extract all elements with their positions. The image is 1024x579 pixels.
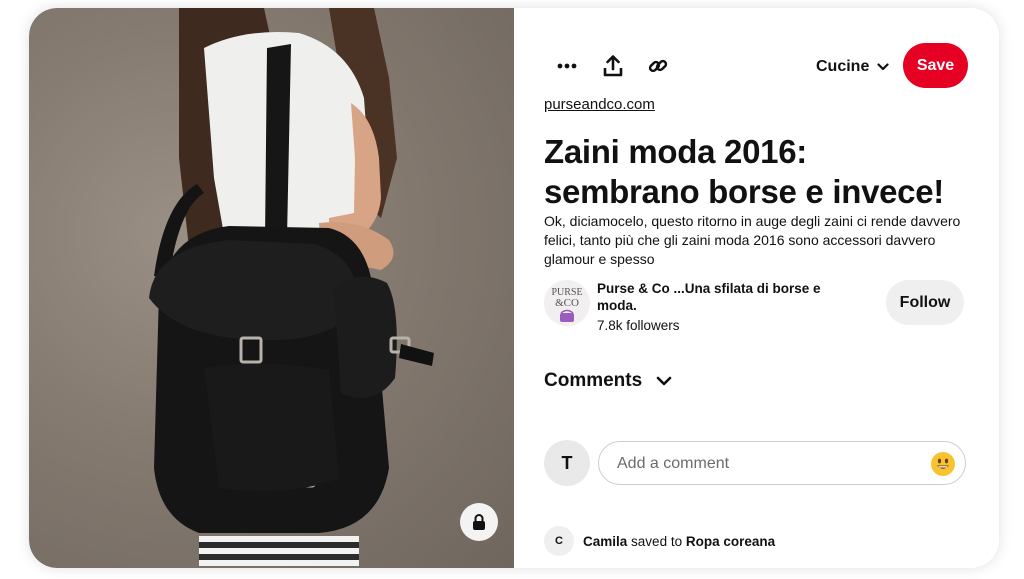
board-selector[interactable]: Cucine xyxy=(816,55,889,79)
chevron-down-icon xyxy=(656,376,672,386)
pin-description: Ok, diciamocelo, questo ritorno in auge … xyxy=(544,213,961,267)
creator-name[interactable]: Purse & Co ...Una sfilata di borse e mod… xyxy=(597,280,847,314)
emoji-icon[interactable] xyxy=(931,452,955,476)
lock-button[interactable] xyxy=(460,503,498,541)
comment-input[interactable] xyxy=(615,452,919,476)
pin-image[interactable] xyxy=(29,8,514,568)
purse-co-logo: PURSE &CO xyxy=(551,287,583,322)
svg-text:&CO: &CO xyxy=(555,297,579,309)
pin-toolbar: Cucine Save xyxy=(544,43,984,89)
pin-title-line1: Zaini moda 2016: xyxy=(544,133,807,170)
activity-row: C Camila saved to Ropa coreana xyxy=(544,526,775,556)
follower-count: 7.8k followers xyxy=(597,318,680,333)
pin-title: Zaini moda 2016: sembrano borse e invece… xyxy=(544,132,984,212)
comment-box xyxy=(598,441,966,485)
creator-row: PURSE &CO Purse & Co ...Una sfilata di b… xyxy=(544,278,984,334)
link-icon[interactable] xyxy=(642,50,674,82)
current-user-avatar[interactable]: T xyxy=(544,440,590,486)
source-link[interactable]: purseandco.com xyxy=(544,96,655,113)
chevron-down-icon xyxy=(877,63,889,71)
pin-card: Cucine Save purseandco.com Zaini moda 20… xyxy=(29,8,999,568)
follow-button[interactable]: Follow xyxy=(886,280,964,325)
ellipsis-icon[interactable] xyxy=(551,50,583,82)
comments-heading: Comments xyxy=(544,370,643,391)
save-button[interactable]: Save xyxy=(903,43,968,88)
board-name: Cucine xyxy=(816,58,870,75)
pin-details-panel: Cucine Save purseandco.com Zaini moda 20… xyxy=(544,8,999,568)
activity-avatar[interactable]: C xyxy=(544,526,574,556)
lock-icon xyxy=(473,514,485,530)
activity-user[interactable]: Camila xyxy=(583,534,627,549)
share-upload-icon[interactable] xyxy=(597,50,629,82)
comments-toggle[interactable]: Comments xyxy=(544,370,672,392)
add-comment-row: T xyxy=(544,440,984,488)
creator-avatar[interactable]: PURSE &CO xyxy=(544,280,590,326)
pin-title-line2: sembrano borse e invece! xyxy=(544,173,944,210)
activity-action: saved to xyxy=(631,533,683,549)
activity-text: Camila saved to Ropa coreana xyxy=(583,534,775,549)
backpack-photo xyxy=(149,8,434,566)
activity-board[interactable]: Ropa coreana xyxy=(686,534,775,549)
